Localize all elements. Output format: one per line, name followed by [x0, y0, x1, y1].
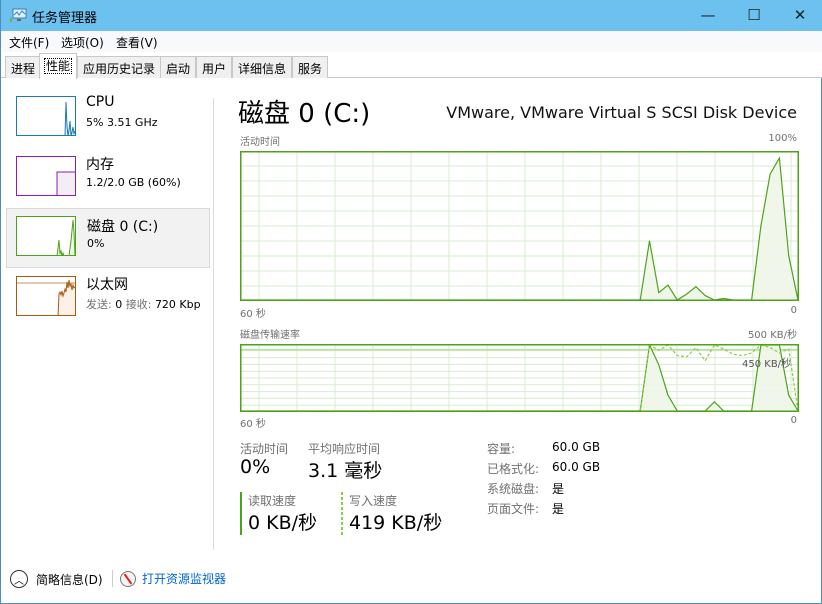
page-file-label: 页面文件:: [487, 502, 540, 516]
transfer-rate-chart: [240, 344, 799, 412]
read-speed-value: 0 KB/秒: [248, 512, 318, 534]
menu-options[interactable]: 选项(O): [61, 34, 104, 51]
tab-processes[interactable]: 进程: [5, 56, 42, 78]
open-resource-monitor-link[interactable]: 打开资源监视器: [120, 570, 226, 587]
close-button[interactable]: ✕: [777, 0, 822, 30]
avg-response-value: 3.1 毫秒: [308, 460, 383, 482]
sidebar-ethernet-name: 以太网: [86, 277, 128, 293]
activity-time-chart: [240, 151, 799, 301]
disk-thumbnail-graph: [16, 216, 76, 256]
sidebar-divider: [213, 98, 214, 550]
tab-performance[interactable]: 性能: [39, 53, 78, 79]
resource-monitor-icon: [120, 570, 136, 587]
tab-details[interactable]: 详细信息: [232, 56, 293, 78]
footer-separator: [112, 570, 113, 587]
task-manager-window: 任务管理器 — ☐ ✕ 文件(F) 选项(O) 查看(V) 进程 性能 应用历史…: [0, 0, 822, 604]
menu-view[interactable]: 查看(V): [116, 34, 158, 51]
sidebar-item-cpu[interactable]: CPU 5% 3.51 GHz: [6, 92, 210, 152]
title-bar[interactable]: 任务管理器 — ☐ ✕: [1, 0, 822, 31]
close-icon: ✕: [793, 6, 807, 24]
transfer-chart-xmax: 0: [790, 415, 797, 426]
avg-response-label: 平均响应时间: [308, 442, 381, 456]
write-speed-indicator: [341, 492, 343, 535]
activity-chart-xmax: 0: [790, 305, 797, 316]
tab-app-history[interactable]: 应用历史记录: [77, 56, 162, 78]
write-speed-value: 419 KB/秒: [349, 512, 443, 534]
sidebar-item-disk0[interactable]: 磁盘 0 (C:) 0%: [6, 208, 210, 268]
maximize-icon: ☐: [747, 6, 761, 24]
maximize-button[interactable]: ☐: [731, 0, 777, 30]
formatted-label: 已格式化:: [487, 462, 540, 476]
footer-bar: ︿ 简略信息(D) 打开资源监视器: [1, 562, 821, 603]
minimize-button[interactable]: —: [685, 0, 731, 30]
transfer-chart-xmin: 60 秒: [240, 419, 266, 430]
page-file-value: 是: [552, 502, 565, 516]
sidebar-disk-sub: 0%: [87, 237, 105, 250]
sidebar-memory-name: 内存: [86, 157, 114, 173]
system-disk-value: 是: [552, 482, 565, 496]
active-time-value: 0%: [240, 456, 271, 478]
sidebar-cpu-sub: 5% 3.51 GHz: [86, 116, 158, 129]
sidebar-item-ethernet[interactable]: 以太网 发送: 0 接收: 720 Kbp: [6, 272, 210, 332]
series-area-0: [241, 157, 798, 300]
tab-services[interactable]: 服务: [292, 56, 329, 78]
system-disk-label: 系统磁盘:: [487, 482, 540, 496]
tab-startup[interactable]: 启动: [160, 56, 197, 78]
transfer-chart-ymax: 500 KB/秒: [747, 330, 797, 341]
active-time-label: 活动时间: [240, 442, 289, 456]
activity-chart-xmin: 60 秒: [240, 309, 266, 320]
minimize-icon: —: [700, 6, 716, 24]
cpu-thumbnail-graph: [16, 96, 76, 136]
read-speed-label: 读取速度: [248, 494, 297, 508]
ethernet-thumbnail-graph: [16, 276, 76, 316]
sidebar-item-memory[interactable]: 内存 1.2/2.0 GB (60%): [6, 152, 210, 212]
capacity-value: 60.0 GB: [552, 440, 601, 454]
menu-file[interactable]: 文件(F): [9, 34, 49, 51]
sidebar-memory-sub: 1.2/2.0 GB (60%): [86, 176, 181, 189]
transfer-chart-title: 磁盘传输速率: [240, 330, 300, 341]
tab-bar: 进程 性能 应用历史记录 启动 用户 详细信息 服务: [1, 52, 822, 79]
activity-chart-title: 活动时间: [240, 137, 280, 148]
device-name: VMware, VMware Virtual S SCSI Disk Devic…: [446, 103, 797, 122]
activity-chart-ymax: 100%: [768, 133, 797, 144]
chevron-up-icon: ︿: [10, 570, 28, 588]
page-title: 磁盘 0 (C:): [238, 99, 371, 129]
formatted-value: 60.0 GB: [552, 460, 601, 474]
menu-bar: 文件(F) 选项(O) 查看(V): [1, 31, 822, 52]
sidebar-ethernet-sub: 发送: 0 接收: 720 Kbp: [86, 298, 201, 311]
tab-users[interactable]: 用户: [196, 56, 233, 78]
write-speed-label: 写入速度: [349, 494, 398, 508]
window-title: 任务管理器: [32, 11, 98, 26]
memory-thumbnail-graph: [16, 156, 76, 196]
task-manager-app-icon: [10, 8, 27, 22]
capacity-label: 容量:: [487, 442, 516, 456]
fewer-details-button[interactable]: ︿ 简略信息(D): [10, 570, 103, 588]
sidebar-cpu-name: CPU: [86, 94, 115, 110]
transfer-reference-label: 450 KB/秒: [742, 359, 792, 370]
sidebar-disk-name: 磁盘 0 (C:): [87, 219, 159, 235]
series-line-0: [241, 155, 799, 301]
read-speed-indicator: [240, 492, 242, 535]
